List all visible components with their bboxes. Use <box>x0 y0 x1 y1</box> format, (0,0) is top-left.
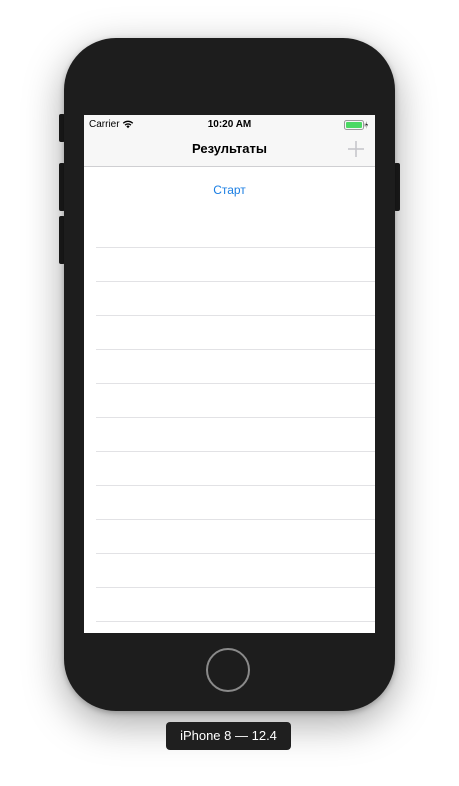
status-time: 10:20 AM <box>207 119 252 130</box>
table-row[interactable] <box>96 553 375 587</box>
device-label: iPhone 8 — 12.4 <box>166 722 291 750</box>
simulator-stage: Carrier 10:20 AM Результаты Старт iPhone… <box>0 0 459 786</box>
table-row[interactable] <box>96 519 375 553</box>
table-row[interactable] <box>96 383 375 417</box>
table-row[interactable] <box>96 247 375 281</box>
table-row[interactable] <box>96 451 375 485</box>
table-row[interactable] <box>96 485 375 519</box>
status-bar: Carrier 10:20 AM <box>84 115 375 135</box>
navigation-bar: Результаты <box>84 135 375 167</box>
table-row[interactable] <box>96 417 375 451</box>
battery-icon <box>344 120 368 130</box>
device-screen: Carrier 10:20 AM Результаты Старт <box>84 115 375 633</box>
main-content: Старт <box>84 167 375 633</box>
table-row[interactable] <box>96 281 375 315</box>
table-row[interactable] <box>96 621 375 633</box>
plus-icon[interactable] <box>346 139 366 159</box>
table-row[interactable] <box>96 315 375 349</box>
table-row[interactable] <box>96 349 375 383</box>
page-title: Результаты <box>192 141 267 156</box>
results-table <box>96 247 375 633</box>
home-button[interactable] <box>206 648 250 692</box>
table-row[interactable] <box>96 587 375 621</box>
start-button[interactable]: Старт <box>84 183 375 197</box>
